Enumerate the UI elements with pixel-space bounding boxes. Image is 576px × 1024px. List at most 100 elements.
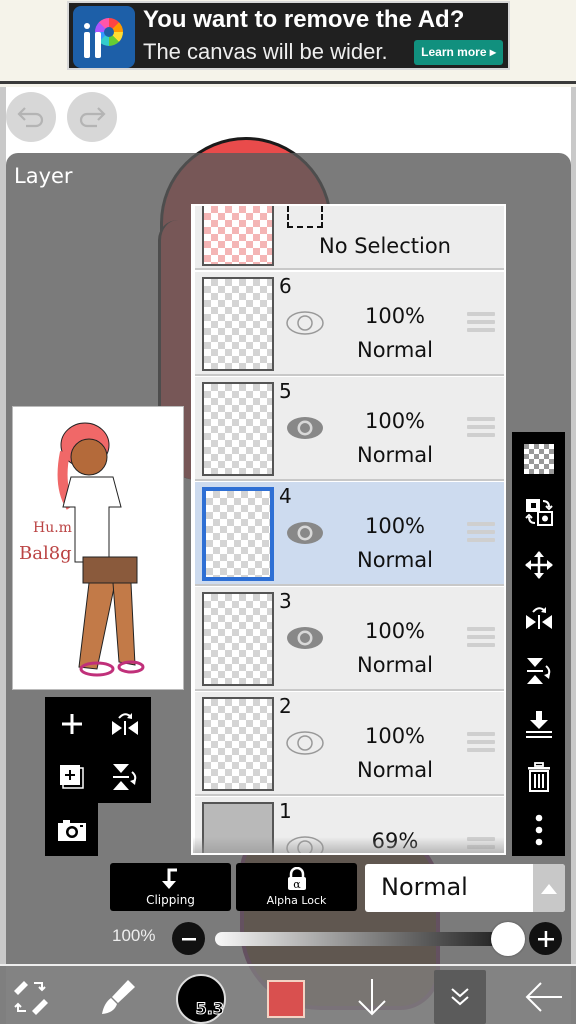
flip-vertical-icon xyxy=(526,657,550,684)
drag-handle-icon[interactable] xyxy=(467,417,495,439)
opacity-slider-track[interactable] xyxy=(215,932,515,946)
opacity-increase-button[interactable] xyxy=(529,922,562,955)
plus-icon xyxy=(537,930,554,947)
layer-opacity: 100% xyxy=(364,619,426,643)
add-canvas-layer-icon xyxy=(59,764,84,789)
merge-down-icon xyxy=(525,710,552,738)
chevron-up-icon xyxy=(541,884,557,894)
trash-icon xyxy=(527,761,550,792)
opacity-slider-thumb[interactable] xyxy=(491,922,525,956)
layer-number: 1 xyxy=(279,799,292,823)
flip-vertical-button[interactable] xyxy=(512,644,565,697)
opacity-value-label: 100% xyxy=(112,926,156,945)
undo-button[interactable] xyxy=(6,92,56,142)
drag-handle-icon[interactable] xyxy=(467,732,495,754)
swap-layer-icon xyxy=(524,498,553,526)
layer-thumbnail xyxy=(202,382,274,476)
alpha-lock-label: Alpha Lock xyxy=(266,894,327,907)
brush-size-indicator[interactable]: 5.3 xyxy=(176,974,226,1024)
flip-layer-horizontal-button[interactable] xyxy=(98,697,151,750)
preview-artwork: Hu.m Bal8g xyxy=(19,422,145,677)
layer-opacity: 100% xyxy=(364,514,426,538)
layer-menu-button[interactable] xyxy=(434,970,486,1024)
redo-button[interactable] xyxy=(67,92,117,142)
more-options-button[interactable] xyxy=(512,803,565,856)
ad-banner[interactable]: You want to remove the Ad? The canvas wi… xyxy=(67,1,510,70)
layer-left-tools-bottom xyxy=(45,803,98,856)
layer-thumbnail xyxy=(202,277,274,371)
layer-number: 4 xyxy=(279,484,292,508)
clipping-button[interactable]: Clipping xyxy=(110,863,231,911)
move-icon xyxy=(524,550,553,579)
blend-mode-arrow[interactable] xyxy=(533,864,565,912)
alpha-lock-button[interactable]: α Alpha Lock xyxy=(236,863,357,911)
move-button[interactable] xyxy=(512,538,565,591)
drag-handle-icon[interactable] xyxy=(467,627,495,649)
redo-icon xyxy=(79,107,106,128)
delete-layer-button[interactable] xyxy=(512,750,565,803)
drag-handle-icon[interactable] xyxy=(467,312,495,334)
layer-blend-mode: Normal xyxy=(357,653,433,677)
brush-tool-button[interactable] xyxy=(96,972,140,1022)
layer-row[interactable]: 4 100% Normal xyxy=(195,482,504,586)
svg-text:Hu.m: Hu.m xyxy=(33,520,72,536)
canvas-preview[interactable]: Hu.m Bal8g xyxy=(12,406,184,690)
brush-icon xyxy=(102,980,135,1014)
import-photo-button[interactable] xyxy=(45,803,98,856)
layer-row[interactable]: 2 100% Normal xyxy=(195,692,504,796)
layer-menu-icon xyxy=(451,988,469,1006)
swap-layer-button[interactable] xyxy=(512,485,565,538)
add-layer-button[interactable] xyxy=(45,697,98,750)
back-arrow-icon xyxy=(525,982,562,1012)
eye-icon[interactable] xyxy=(285,625,325,651)
learn-more-button[interactable]: Learn more ▸ xyxy=(414,40,503,65)
opacity-decrease-button[interactable] xyxy=(172,922,205,955)
svg-text:α: α xyxy=(293,878,301,891)
flip-horizontal-icon xyxy=(525,606,552,629)
layer-row[interactable]: 3 100% Normal xyxy=(195,587,504,691)
layer-panel-title: Layer xyxy=(14,164,73,188)
ad-title: You want to remove the Ad? xyxy=(143,6,465,33)
color-swatch[interactable] xyxy=(267,980,305,1018)
brush-size-value: 5.3 xyxy=(195,999,224,1019)
svg-text:Bal8g: Bal8g xyxy=(19,543,72,564)
transparency-button[interactable] xyxy=(512,432,565,485)
eye-icon[interactable] xyxy=(285,415,325,441)
layer-blend-mode: Normal xyxy=(357,758,433,782)
drag-handle-icon[interactable] xyxy=(467,522,495,544)
layer-number: 3 xyxy=(279,589,292,613)
layer-blend-mode: Normal xyxy=(357,443,433,467)
more-icon xyxy=(535,814,542,845)
layer-blend-mode: Normal xyxy=(357,548,433,572)
layer-number: 2 xyxy=(279,694,292,718)
flip-layer-vertical-button[interactable] xyxy=(98,750,151,803)
blend-mode-value: Normal xyxy=(381,873,468,901)
flip-horizontal-button[interactable] xyxy=(512,591,565,644)
alpha-lock-icon: α xyxy=(287,867,306,891)
layer-list-fade xyxy=(193,837,504,853)
undo-icon xyxy=(17,107,44,128)
clipping-label: Clipping xyxy=(146,893,195,907)
eye-hidden-icon[interactable] xyxy=(285,730,325,756)
layer-number: 5 xyxy=(279,379,292,403)
layer-thumbnail xyxy=(202,487,274,581)
add-canvas-layer-button[interactable] xyxy=(45,750,98,803)
layer-thumbnail xyxy=(202,592,274,686)
eye-hidden-icon[interactable] xyxy=(285,310,325,336)
layer-thumbnail xyxy=(202,697,274,791)
layer-row[interactable]: 5 100% Normal xyxy=(195,377,504,481)
back-button[interactable] xyxy=(522,972,566,1022)
selection-layer-row[interactable]: No Selection xyxy=(195,206,504,270)
eye-icon[interactable] xyxy=(285,520,325,546)
flip-vertical-icon xyxy=(112,763,136,790)
no-selection-label: No Selection xyxy=(318,234,451,258)
merge-down-button[interactable] xyxy=(512,697,565,750)
layer-row[interactable]: 6 100% Normal xyxy=(195,272,504,376)
selection-thumbnail xyxy=(202,206,274,266)
download-button[interactable] xyxy=(350,972,394,1022)
layer-left-tools xyxy=(45,697,151,803)
selection-marquee-icon xyxy=(287,206,323,228)
blend-mode-select[interactable]: Normal xyxy=(365,864,565,912)
transform-tool-button[interactable] xyxy=(8,972,52,1022)
layer-list[interactable]: No Selection 6 100% Normal 5 100% Normal 4 100%… xyxy=(191,204,506,855)
